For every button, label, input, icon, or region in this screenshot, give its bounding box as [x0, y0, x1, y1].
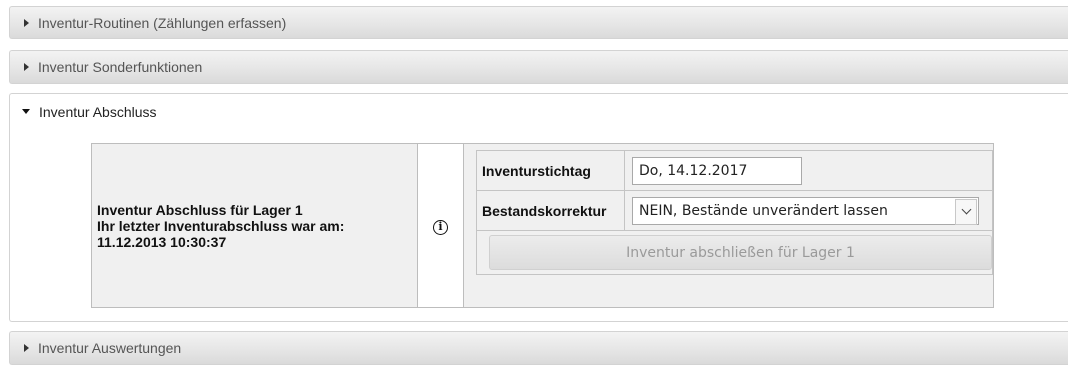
stichtag-date-input[interactable]: Do, 14.12.2017 [632, 156, 802, 185]
info-icon-cell: i [417, 143, 464, 308]
stichtag-label: Inventurstichtag [476, 150, 625, 191]
accordion-header-inventur-sonderfunktionen[interactable]: Inventur Sonderfunktionen [9, 50, 1068, 84]
abschluss-form-cell: Inventurstichtag Do, 14.12.2017 Bestands… [463, 143, 994, 308]
abschluss-info-cell: Inventur Abschluss für Lager 1 Ihr letzt… [91, 143, 418, 308]
abschluss-table: Inventur Abschluss für Lager 1 Ihr letzt… [91, 143, 994, 308]
abschluss-title: Inventur Abschluss für Lager 1 [97, 201, 303, 218]
triangle-right-icon [24, 18, 29, 27]
triangle-right-icon [24, 344, 29, 352]
accordion-header-label: Inventur Auswertungen [38, 340, 182, 356]
inventur-abschliessen-button[interactable]: Inventur abschließen für Lager 1 [489, 235, 992, 270]
bestandskorrektur-selected-value: NEIN, Bestände unverändert lassen [639, 202, 888, 219]
info-circle-icon[interactable]: i [433, 219, 448, 235]
triangle-down-icon [22, 109, 30, 114]
accordion-header-label: Inventur Abschluss [39, 103, 157, 120]
accordion-header-inventur-abschluss[interactable]: Inventur Abschluss [9, 93, 1068, 129]
bestandskorrektur-select[interactable]: NEIN, Bestände unverändert lassen [632, 196, 979, 225]
chevron-down-icon [961, 204, 971, 215]
accordion-header-label: Inventur Sonderfunktionen [38, 59, 203, 75]
triangle-right-icon [24, 63, 29, 71]
last-closing-datetime: 11.12.2013 10:30:37 [97, 233, 227, 250]
bestandskorrektur-label: Bestandskorrektur [476, 190, 625, 231]
accordion-header-label: Inventur-Routinen (Zählungen erfassen) [38, 14, 287, 31]
submit-cell: Inventur abschließen für Lager 1 [476, 230, 993, 275]
abschluss-form-table: Inventurstichtag Do, 14.12.2017 Bestands… [476, 150, 993, 275]
last-closing-label: Ihr letzter Inventurabschluss war am: [97, 217, 345, 234]
accordion-header-inventur-routinen[interactable]: Inventur-Routinen (Zählungen erfassen) [9, 6, 1068, 39]
dropdown-button[interactable] [955, 198, 977, 225]
